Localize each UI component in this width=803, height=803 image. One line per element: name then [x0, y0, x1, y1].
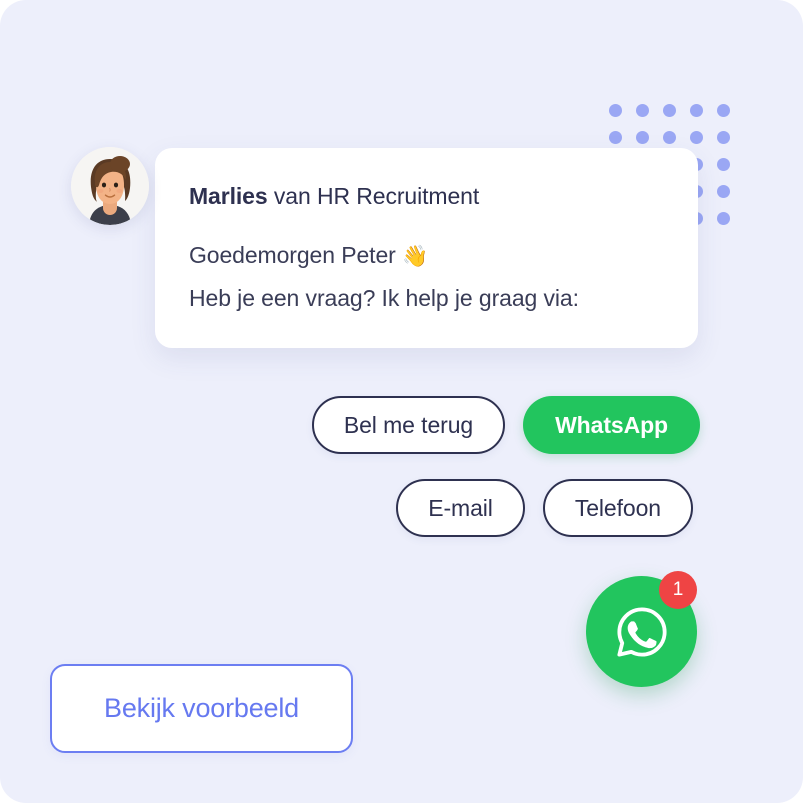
decorative-dot [717, 185, 730, 198]
decorative-dot [663, 131, 676, 144]
channel-button-telefoon[interactable]: Telefoon [542, 479, 693, 537]
decorative-dot [609, 104, 622, 117]
decorative-dot [636, 104, 649, 117]
decorative-dot [717, 158, 730, 171]
decorative-dot [717, 212, 730, 225]
channel-button-bel-me-terug[interactable]: Bel me terug [311, 396, 506, 454]
decorative-dot [609, 131, 622, 144]
whatsapp-unread-badge: 1 [659, 571, 697, 609]
whatsapp-icon [616, 606, 667, 657]
channel-button-email[interactable]: E-mail [396, 479, 525, 537]
decorative-dot [663, 104, 676, 117]
preview-button[interactable]: Bekijk voorbeeld [50, 664, 353, 753]
sender-role: van HR Recruitment [267, 183, 480, 209]
message-greeting: Goedemorgen Peter 👋 [189, 240, 664, 271]
greeting-text: Goedemorgen Peter [189, 242, 402, 268]
avatar [71, 147, 149, 225]
decorative-dot [717, 104, 730, 117]
sender-name: Marlies [189, 183, 268, 209]
waving-hand-icon: 👋 [402, 244, 429, 268]
promo-illustration-canvas: Marlies van HR Recruitment Goedemorgen P… [0, 0, 803, 803]
channel-buttons-row-2: E-mail Telefoon [240, 479, 693, 537]
decorative-dot [636, 131, 649, 144]
channel-buttons-row-1: Bel me terug WhatsApp [240, 396, 700, 454]
message-sender: Marlies van HR Recruitment [189, 181, 664, 211]
decorative-dot [690, 104, 703, 117]
channel-button-whatsapp[interactable]: WhatsApp [523, 396, 700, 454]
decorative-dot [717, 131, 730, 144]
message-card: Marlies van HR Recruitment Goedemorgen P… [155, 148, 698, 348]
decorative-dot [690, 131, 703, 144]
whatsapp-floating-button[interactable]: 1 [586, 571, 697, 687]
message-question: Heb je een vraag? Ik help je graag via: [189, 285, 579, 311]
